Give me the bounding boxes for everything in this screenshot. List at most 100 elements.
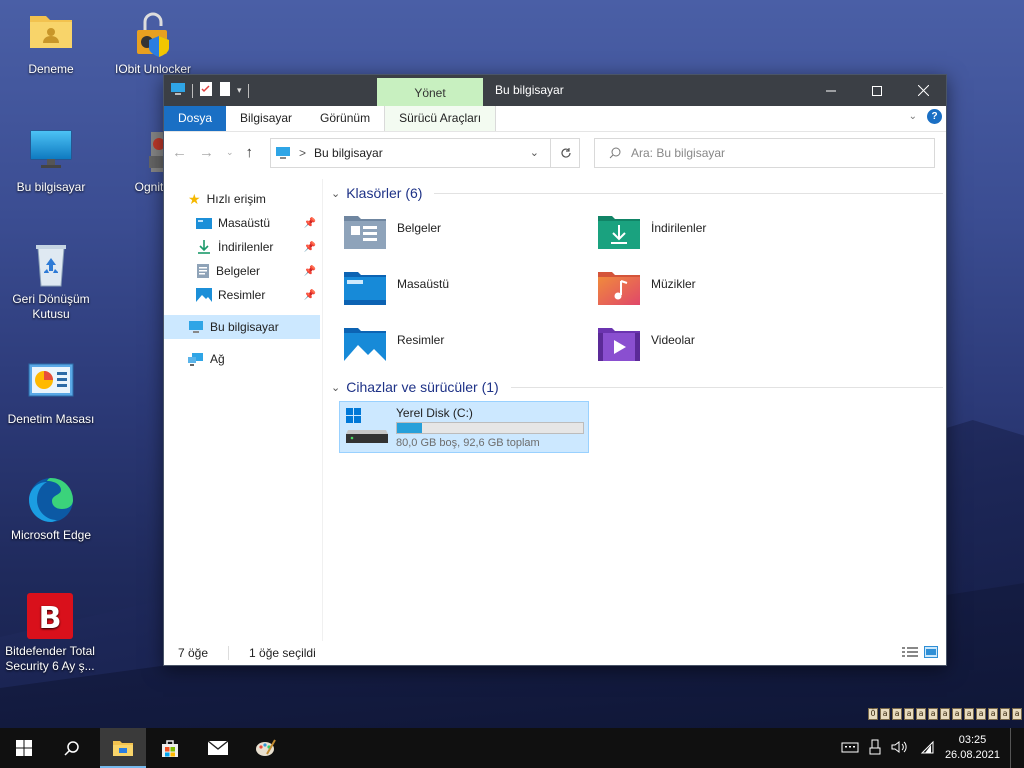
folder-item-music[interactable]: Müzikler	[597, 269, 696, 307]
search-icon	[609, 147, 621, 159]
breadcrumb-separator: >	[299, 146, 307, 160]
volume-icon[interactable]	[891, 740, 909, 757]
mail-icon	[207, 740, 229, 755]
unlocker-icon	[129, 10, 177, 58]
refresh-icon	[560, 148, 571, 158]
address-dropdown-icon[interactable]: ⌄	[530, 146, 539, 159]
pane-splitter[interactable]	[322, 179, 323, 641]
windows-logo-icon	[16, 740, 32, 756]
nav-item-pictures[interactable]: Resimler 📌	[164, 283, 320, 307]
large-icons-view-icon[interactable]	[924, 646, 938, 661]
ribbon-tabs: Dosya Bilgisayar Görünüm Sürücü Araçları…	[164, 106, 946, 132]
tab-view[interactable]: Görünüm	[306, 106, 384, 131]
bitdefender-icon: B	[26, 592, 74, 640]
keyboard-icon[interactable]	[841, 740, 859, 757]
window-title: Bu bilgisayar	[495, 83, 564, 97]
svg-text:B: B	[39, 601, 62, 636]
search-placeholder: Ara: Bu bilgisayar	[631, 146, 726, 160]
document-icon	[197, 264, 209, 278]
robot-icon	[119, 128, 167, 176]
wifi-icon[interactable]	[919, 740, 935, 757]
documents-folder-icon	[343, 213, 387, 251]
content-pane: ⌄ Klasörler (6) Belgeler İndirilenler Ma…	[325, 179, 946, 641]
file-explorer-icon	[113, 741, 133, 756]
status-bar: 7 öğe 1 öğe seçildi	[164, 640, 946, 665]
properties-icon[interactable]	[199, 81, 213, 100]
nav-this-pc[interactable]: Bu bilgisayar	[164, 315, 320, 339]
downloads-folder-icon	[597, 213, 641, 251]
close-button[interactable]	[900, 75, 946, 106]
forward-arrow-icon[interactable]: →	[199, 144, 214, 161]
usb-icon[interactable]	[869, 739, 881, 758]
videos-folder-icon	[597, 325, 641, 363]
monitor-icon	[27, 128, 75, 176]
recent-chevron-icon[interactable]: ⌄	[226, 147, 234, 158]
desktop-icon-recycle-bin[interactable]: Geri Dönüşüm Kutusu	[5, 240, 97, 322]
folder-item-desktop[interactable]: Masaüstü	[343, 269, 449, 307]
title-bar: ▾ Yönet Bu bilgisayar	[164, 75, 946, 106]
folder-item-videos[interactable]: Videolar	[597, 325, 695, 363]
music-folder-icon	[597, 269, 641, 307]
nav-item-downloads[interactable]: İndirilenler 📌	[164, 235, 320, 259]
pin-icon[interactable]: 📌	[304, 218, 316, 229]
desktop-icon-deneme[interactable]: Deneme	[5, 10, 97, 77]
selection-count: 1 öğe seçildi	[249, 645, 316, 660]
taskbar: 03:25 26.08.2021	[0, 728, 1024, 768]
desktop-watermark: Öaaaaaaaaaaaaö	[868, 708, 1024, 720]
tab-drive-tools[interactable]: Sürücü Araçları	[384, 106, 497, 131]
expand-ribbon-icon[interactable]: ⌄	[909, 111, 917, 122]
minimize-button[interactable]	[808, 75, 854, 106]
show-desktop-button[interactable]	[1010, 728, 1014, 768]
address-row: ← → ⌄ ↑ > Bu bilgisayar ⌄ Ara: Bu bilgis…	[164, 132, 946, 172]
folder-item-pictures[interactable]: Resimler	[343, 325, 444, 363]
context-tab-group[interactable]: Yönet	[377, 78, 483, 106]
taskbar-file-explorer[interactable]	[100, 728, 146, 768]
pictures-folder-icon	[343, 325, 387, 363]
taskbar-paint[interactable]	[242, 728, 290, 768]
taskbar-store[interactable]	[146, 728, 194, 768]
chevron-down-icon[interactable]: ▾	[237, 85, 242, 96]
star-icon: ★	[188, 190, 201, 207]
pin-icon[interactable]: 📌	[304, 266, 316, 277]
back-arrow-icon[interactable]: ←	[172, 144, 187, 161]
pin-icon[interactable]: 📌	[304, 242, 316, 253]
nav-item-documents[interactable]: Belgeler 📌	[164, 259, 320, 283]
store-icon	[162, 740, 178, 757]
folder-item-documents[interactable]: Belgeler	[343, 213, 441, 251]
pin-icon[interactable]: 📌	[304, 290, 316, 301]
group-header-folders[interactable]: ⌄ Klasörler (6)	[331, 185, 943, 201]
drive-item-c[interactable]: Yerel Disk (C:) 80,0 GB boş, 92,6 GB top…	[339, 401, 589, 453]
desktop-icon-control-panel[interactable]: Denetim Masası	[5, 360, 97, 427]
nav-item-desktop[interactable]: Masaüstü 📌	[164, 211, 320, 235]
item-count: 7 öğe	[178, 645, 209, 660]
desktop-icon-bitdefender[interactable]: B Bitdefender Total Security 6 Ay ş...	[4, 592, 96, 674]
desktop-icon-edge[interactable]: Microsoft Edge	[5, 476, 97, 543]
monitor-icon[interactable]	[170, 82, 186, 99]
drive-name: Yerel Disk (C:)	[396, 406, 473, 420]
search-input[interactable]: Ara: Bu bilgisayar	[594, 138, 935, 168]
help-button[interactable]: ?	[927, 109, 942, 124]
recycle-bin-icon	[27, 240, 75, 288]
desktop-folder-icon	[343, 269, 387, 307]
address-bar[interactable]: > Bu bilgisayar ⌄	[270, 138, 580, 168]
start-button[interactable]	[0, 728, 48, 768]
details-view-icon[interactable]	[902, 646, 918, 661]
breadcrumb-this-pc[interactable]: Bu bilgisayar	[314, 146, 383, 160]
nav-quick-access[interactable]: ★ Hızlı erişim	[164, 187, 320, 211]
user-folder-icon	[27, 10, 75, 58]
desktop-icon-bu-bilgisayar[interactable]: Bu bilgisayar	[5, 128, 97, 195]
refresh-button[interactable]	[550, 138, 580, 168]
search-button[interactable]	[48, 728, 96, 768]
taskbar-mail[interactable]	[194, 728, 242, 768]
up-arrow-icon[interactable]: ↑	[246, 144, 254, 161]
tab-computer[interactable]: Bilgisayar	[226, 106, 306, 131]
group-header-devices[interactable]: ⌄ Cihazlar ve sürücüler (1)	[331, 379, 943, 395]
folder-item-downloads[interactable]: İndirilenler	[597, 213, 706, 251]
explorer-window: ▾ Yönet Bu bilgisayar Dosya Bilgisayar G…	[163, 74, 947, 666]
nav-network[interactable]: Ağ	[164, 347, 320, 371]
new-file-icon[interactable]	[219, 81, 231, 100]
clock[interactable]: 03:25 26.08.2021	[945, 733, 1000, 763]
maximize-button[interactable]	[854, 75, 900, 106]
tab-file[interactable]: Dosya	[164, 106, 227, 131]
desktop-icon-iobit-unlocker[interactable]: IObit Unlocker	[107, 10, 199, 77]
